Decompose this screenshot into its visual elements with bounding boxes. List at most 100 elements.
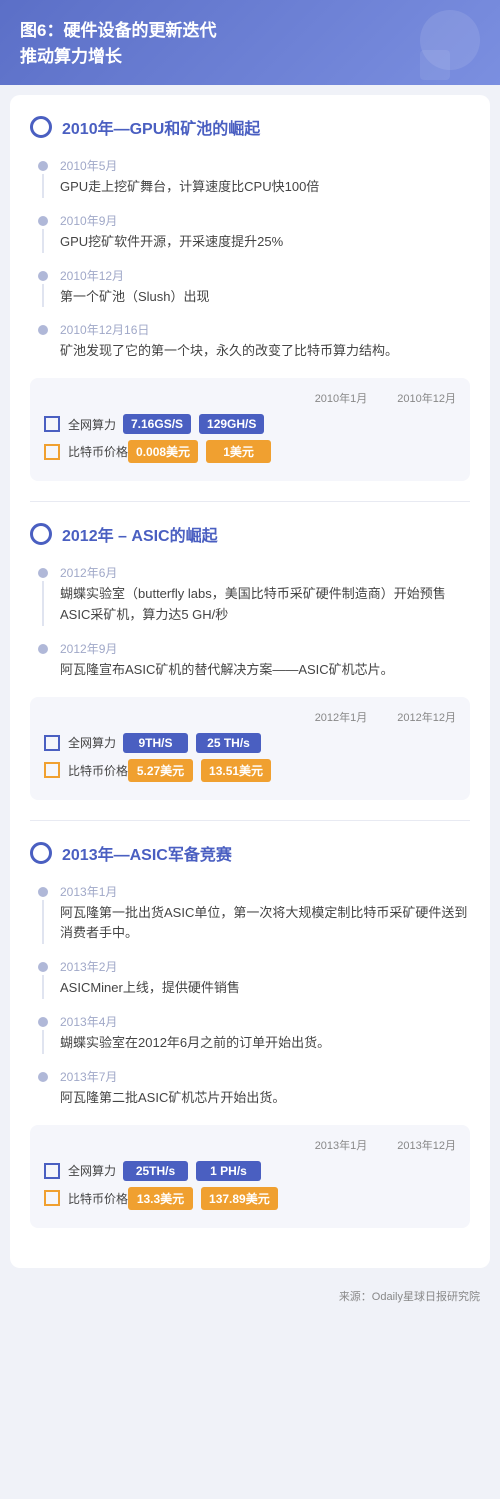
line-2013-2 xyxy=(42,975,44,999)
header-banner: 图6：硬件设备的更新迭代 推动算力增长 xyxy=(0,0,500,85)
dot-2013-2 xyxy=(38,962,48,972)
divider-2 xyxy=(30,820,470,821)
text-2012-1: 蝴蝶实验室（butterfly labs，美国比特币采矿硬件制造商）开始预售AS… xyxy=(60,584,470,626)
timeline-item-2013-4: 2013年7月 阿瓦隆第二批ASIC矿机芯片开始出货。 xyxy=(30,1068,470,1109)
price-row-2013: 比特币价格 13.3美元 137.89美元 xyxy=(44,1187,456,1210)
period-start-2010: 2010年1月 xyxy=(315,390,368,406)
timeline-item-2013-3: 2013年4月 蝴蝶实验室在2012年6月之前的订单开始出货。 xyxy=(30,1013,470,1054)
text-2013-2: ASICMiner上线，提供硬件销售 xyxy=(60,978,470,999)
text-2010-1: GPU走上挖矿舞台，计算速度比CPU快100倍 xyxy=(60,177,470,198)
hashrate-icon-2013 xyxy=(44,1163,60,1179)
hashrate-row-2012: 全网算力 9TH/S 25 TH/s xyxy=(44,733,456,753)
price-icon-2012 xyxy=(44,762,60,778)
section-2010: 2010年—GPU和矿池的崛起 2010年5月 GPU走上挖矿舞台，计算速度比C… xyxy=(30,115,470,481)
date-2012-2: 2012年9月 xyxy=(60,640,470,657)
date-2010-1: 2010年5月 xyxy=(60,157,470,174)
line-2013-1 xyxy=(42,900,44,945)
timeline-item-2010-4: 2010年12月16日 矿池发现了它的第一个块，永久的改变了比特币算力结构。 xyxy=(30,321,470,362)
price-end-2013: 137.89美元 xyxy=(201,1187,278,1210)
stats-period-2012: 2012年1月 2012年12月 xyxy=(315,709,456,725)
text-2010-2: GPU挖矿软件开源，开采速度提升25% xyxy=(60,232,470,253)
section-title-2012: 2012年 – ASIC的崛起 xyxy=(30,522,470,546)
dot-2012-2 xyxy=(38,644,48,654)
price-label-2012: 比特币价格 xyxy=(68,762,128,779)
date-2013-2: 2013年2月 xyxy=(60,958,470,975)
dot-2010-1 xyxy=(38,161,48,171)
date-2012-1: 2012年6月 xyxy=(60,564,470,581)
stats-header-2012: 2012年1月 2012年12月 xyxy=(44,709,456,725)
stats-period-2013: 2013年1月 2013年12月 xyxy=(315,1137,456,1153)
dot-2010-4 xyxy=(38,325,48,335)
hashrate-start-2010: 7.16GS/S xyxy=(123,414,191,434)
divider-1 xyxy=(30,501,470,502)
text-2010-3: 第一个矿池（Slush）出现 xyxy=(60,287,470,308)
hashrate-row-2013: 全网算力 25TH/s 1 PH/s xyxy=(44,1161,456,1181)
period-end-2012: 2012年12月 xyxy=(397,709,456,725)
price-end-2012: 13.51美元 xyxy=(201,759,271,782)
line-2010-3 xyxy=(42,284,44,308)
period-end-2010: 2010年12月 xyxy=(397,390,456,406)
hashrate-icon-2012 xyxy=(44,735,60,751)
line-2010-2 xyxy=(42,229,44,253)
text-2010-4: 矿池发现了它的第一个块，永久的改变了比特币算力结构。 xyxy=(60,341,470,362)
hashrate-end-2012: 25 TH/s xyxy=(196,733,261,753)
hashrate-label-2012: 全网算力 xyxy=(68,734,123,751)
timeline-item-2013-1: 2013年1月 阿瓦隆第一批出货ASIC单位，第一次将大规模定制比特币采矿硬件送… xyxy=(30,883,470,945)
section-circle-2012 xyxy=(30,523,52,545)
stats-header-2010: 2010年1月 2010年12月 xyxy=(44,390,456,406)
date-2013-1: 2013年1月 xyxy=(60,883,470,900)
section-2012: 2012年 – ASIC的崛起 2012年6月 蝴蝶实验室（butterfly … xyxy=(30,522,470,799)
stats-period-2010: 2010年1月 2010年12月 xyxy=(315,390,456,406)
price-row-2010: 比特币价格 0.008美元 1美元 xyxy=(44,440,456,463)
source-text: 来源：Odaily星球日报研究院 xyxy=(0,1278,500,1319)
price-start-2012: 5.27美元 xyxy=(128,759,193,782)
timeline-item-2010-3: 2010年12月 第一个矿池（Slush）出现 xyxy=(30,267,470,308)
period-end-2013: 2013年12月 xyxy=(397,1137,456,1153)
hashrate-end-2013: 1 PH/s xyxy=(196,1161,261,1181)
text-2013-3: 蝴蝶实验室在2012年6月之前的订单开始出货。 xyxy=(60,1033,470,1054)
timeline-item-2012-2: 2012年9月 阿瓦隆宣布ASIC矿机的替代解决方案——ASIC矿机芯片。 xyxy=(30,640,470,681)
text-2012-2: 阿瓦隆宣布ASIC矿机的替代解决方案——ASIC矿机芯片。 xyxy=(60,660,470,681)
stats-box-2010: 2010年1月 2010年12月 全网算力 7.16GS/S 129GH/S 比… xyxy=(30,378,470,481)
price-icon-2013 xyxy=(44,1190,60,1206)
period-start-2013: 2013年1月 xyxy=(315,1137,368,1153)
section-2013: 2013年—ASIC军备竞赛 2013年1月 阿瓦隆第一批出货ASIC单位，第一… xyxy=(30,841,470,1228)
header-title: 图6：硬件设备的更新迭代 推动算力增长 xyxy=(20,18,480,69)
line-2012-1 xyxy=(42,581,44,626)
hashrate-start-2013: 25TH/s xyxy=(123,1161,188,1181)
hashrate-icon-2010 xyxy=(44,416,60,432)
date-2013-3: 2013年4月 xyxy=(60,1013,470,1030)
price-start-2013: 13.3美元 xyxy=(128,1187,193,1210)
dot-2010-2 xyxy=(38,216,48,226)
timeline-item-2010-1: 2010年5月 GPU走上挖矿舞台，计算速度比CPU快100倍 xyxy=(30,157,470,198)
timeline-item-2012-1: 2012年6月 蝴蝶实验室（butterfly labs，美国比特币采矿硬件制造… xyxy=(30,564,470,626)
dot-2013-4 xyxy=(38,1072,48,1082)
price-label-2013: 比特币价格 xyxy=(68,1190,128,1207)
price-icon-2010 xyxy=(44,444,60,460)
date-2010-2: 2010年9月 xyxy=(60,212,470,229)
timeline-item-2013-2: 2013年2月 ASICMiner上线，提供硬件销售 xyxy=(30,958,470,999)
text-2013-4: 阿瓦隆第二批ASIC矿机芯片开始出货。 xyxy=(60,1088,470,1109)
dot-2013-3 xyxy=(38,1017,48,1027)
price-label-2010: 比特币价格 xyxy=(68,443,128,460)
timeline-item-2010-2: 2010年9月 GPU挖矿软件开源，开采速度提升25% xyxy=(30,212,470,253)
hashrate-end-2010: 129GH/S xyxy=(199,414,264,434)
section-title-2013: 2013年—ASIC军备竞赛 xyxy=(30,841,470,865)
line-2013-3 xyxy=(42,1030,44,1054)
dot-2013-1 xyxy=(38,887,48,897)
period-start-2012: 2012年1月 xyxy=(315,709,368,725)
section-circle-2013 xyxy=(30,842,52,864)
stats-box-2013: 2013年1月 2013年12月 全网算力 25TH/s 1 PH/s 比特币价… xyxy=(30,1125,470,1228)
dot-2010-3 xyxy=(38,271,48,281)
date-2010-3: 2010年12月 xyxy=(60,267,470,284)
hashrate-row-2010: 全网算力 7.16GS/S 129GH/S xyxy=(44,414,456,434)
hashrate-label-2010: 全网算力 xyxy=(68,416,123,433)
section-title-2010: 2010年—GPU和矿池的崛起 xyxy=(30,115,470,139)
dot-2012-1 xyxy=(38,568,48,578)
stats-box-2012: 2012年1月 2012年12月 全网算力 9TH/S 25 TH/s 比特币价… xyxy=(30,697,470,800)
price-row-2012: 比特币价格 5.27美元 13.51美元 xyxy=(44,759,456,782)
line-2010-1 xyxy=(42,174,44,198)
price-start-2010: 0.008美元 xyxy=(128,440,198,463)
hashrate-label-2013: 全网算力 xyxy=(68,1162,123,1179)
hashrate-start-2012: 9TH/S xyxy=(123,733,188,753)
